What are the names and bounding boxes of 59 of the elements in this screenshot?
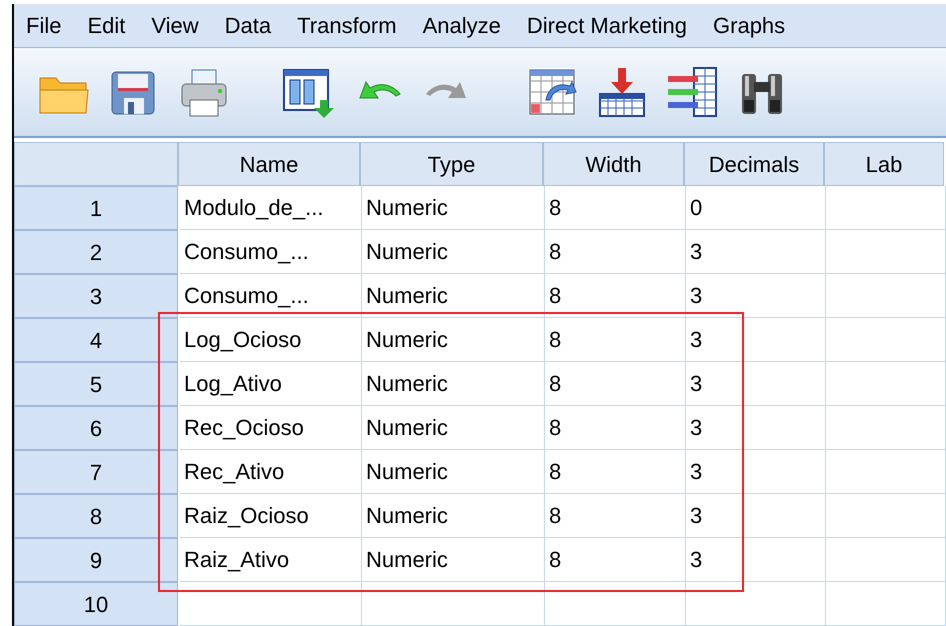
table-cell: Log_Ocioso	[180, 318, 362, 362]
row-header[interactable]: 7	[14, 450, 178, 494]
menu-item[interactable]: File	[26, 9, 62, 42]
row-header[interactable]: 9	[14, 538, 178, 582]
menu-item[interactable]: Direct Marketing	[526, 9, 688, 42]
menu-item[interactable]: Analyze	[422, 9, 501, 42]
table-cell: 0	[686, 186, 826, 230]
column-header[interactable]: Decimals	[684, 142, 824, 186]
row-header[interactable]: 4	[14, 318, 178, 362]
table-cell: Log_Ativo	[180, 362, 362, 406]
table-cell: Modulo_de_...	[180, 186, 362, 230]
table-cell: 8	[545, 318, 686, 362]
table-cell: Rec_Ocioso	[180, 406, 362, 450]
table-cell: 3	[686, 274, 826, 318]
table-cell: Numeric	[362, 186, 545, 230]
table-cell: Consumo_...	[180, 230, 362, 274]
column-header[interactable]: Lab	[824, 142, 944, 186]
row-header[interactable]: 6	[14, 406, 178, 450]
table-cell: 8	[545, 362, 686, 406]
table-cell: 3	[686, 538, 826, 582]
table-cell: 3	[686, 450, 826, 494]
column-header[interactable]: Width	[543, 142, 684, 186]
row-header[interactable]: 3	[14, 274, 178, 318]
table-cell: Numeric	[362, 230, 545, 274]
table-cell: Rec_Ativo	[180, 450, 362, 494]
table-cell: 8	[545, 406, 686, 450]
row-header[interactable]: 1	[14, 186, 178, 230]
table-cell: 3	[686, 406, 826, 450]
table-cell: Numeric	[362, 406, 545, 450]
table-cell: Raiz_Ocioso	[180, 494, 362, 538]
table-cell: 8	[545, 538, 686, 582]
table-cell: Numeric	[362, 494, 545, 538]
table-cell: Numeric	[362, 450, 545, 494]
table-cell: Numeric	[362, 274, 545, 318]
menu-item[interactable]: Graphs	[713, 9, 786, 42]
menu-item[interactable]: Edit	[87, 9, 126, 42]
table-cell: 3	[686, 494, 826, 538]
row-header[interactable]: 5	[14, 362, 178, 406]
table-cell: 8	[545, 186, 686, 230]
table-cell: 3	[686, 230, 826, 274]
table-cell: Numeric	[362, 538, 545, 582]
row-header[interactable]: 2	[14, 230, 178, 274]
table-cell: 8	[545, 450, 686, 494]
table-cell: 8	[545, 494, 686, 538]
column-header[interactable]: Name	[178, 142, 360, 186]
table-cell: 3	[686, 318, 826, 362]
menu-item[interactable]: Transform	[297, 9, 397, 42]
table-cell: 3	[686, 362, 826, 406]
table-cell: 8	[545, 230, 686, 274]
table-cell: Numeric	[362, 318, 545, 362]
menu-item[interactable]: Data	[224, 9, 272, 42]
menu-item[interactable]: View	[151, 9, 199, 42]
table-cell: Consumo_...	[180, 274, 362, 318]
row-header[interactable]: 8	[14, 494, 178, 538]
table-cell: 8	[545, 274, 686, 318]
table-cell: Raiz_Ativo	[180, 538, 362, 582]
table-cell: Numeric	[362, 362, 545, 406]
row-header[interactable]: 10	[14, 582, 178, 626]
column-header[interactable]: Type	[360, 142, 543, 186]
